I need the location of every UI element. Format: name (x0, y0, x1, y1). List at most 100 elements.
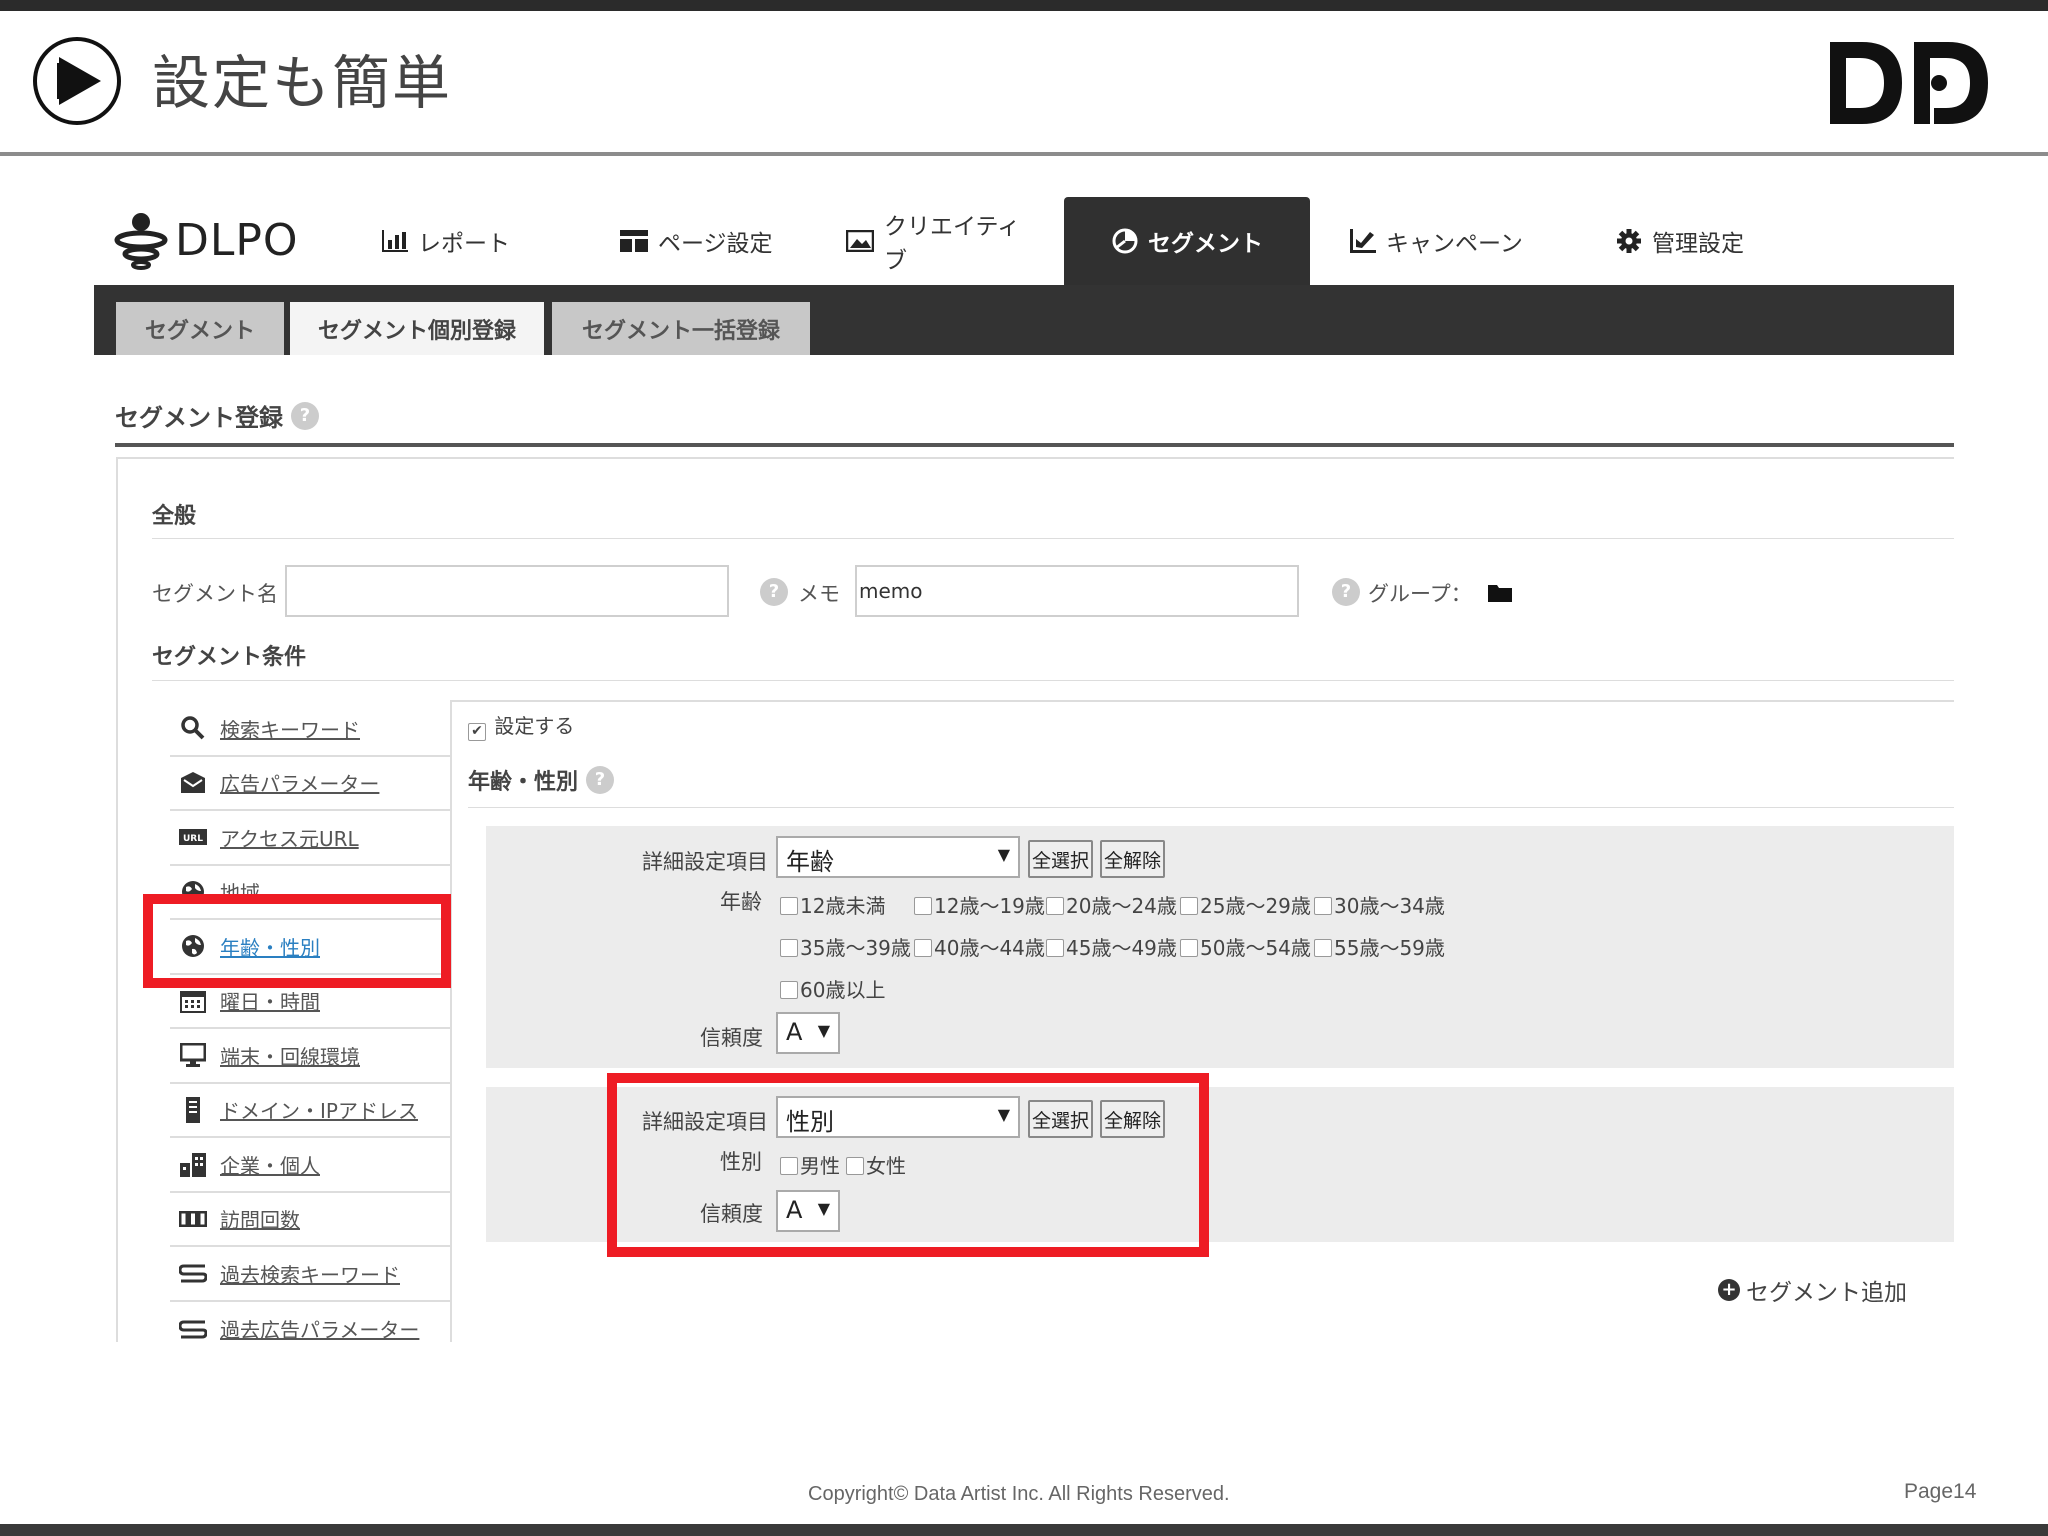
memo-help-icon[interactable]: ? (760, 578, 788, 606)
sidebar-item-access-url[interactable]: URL アクセス元URL (170, 811, 450, 866)
condition-title: 年齢・性別 ? (468, 764, 615, 796)
segment-name-input[interactable] (285, 565, 729, 617)
checkbox[interactable] (914, 939, 932, 957)
segment-name-label: セグメント名 (152, 582, 278, 606)
subtab-bulk-label: セグメント一括登録 (581, 318, 780, 344)
copyright-text: Copyright© Data Artist Inc. All Rights R… (808, 1483, 1230, 1505)
checkbox[interactable] (914, 897, 932, 915)
memo-label: メモ (798, 582, 840, 606)
condition-title-text: 年齢・性別 (468, 770, 579, 795)
checkbox[interactable] (780, 981, 798, 999)
age-detail-select-value: 年齢 (786, 848, 834, 876)
age-label: 年齢 (720, 890, 762, 914)
age-option-label: 40歳～44歳 (934, 936, 1045, 960)
age-option-label: 45歳～49歳 (1066, 936, 1177, 960)
age-option-label: 50歳～54歳 (1200, 936, 1311, 960)
dp-logo (1826, 38, 1992, 128)
nav-segment[interactable]: セグメント (1064, 197, 1310, 285)
enable-condition-checkbox[interactable]: ✔ 設定する (468, 710, 574, 741)
subtab-segment[interactable]: セグメント (116, 302, 284, 355)
sidebar-item-ad-parameter[interactable]: 広告パラメーター (170, 757, 450, 811)
slide-bottom-bar (0, 1524, 2048, 1536)
age-option[interactable]: 25歳～29歳 (1180, 890, 1311, 919)
section-rule (115, 443, 1954, 447)
age-option[interactable]: 50歳～54歳 (1180, 932, 1311, 961)
age-select-all-button[interactable]: 全選択 (1028, 840, 1094, 878)
nav-page-settings[interactable]: ページ設定 (598, 197, 798, 285)
age-deselect-all-button[interactable]: 全解除 (1100, 840, 1166, 878)
age-confidence-label: 信頼度 (700, 1026, 763, 1050)
age-option[interactable]: 60歳以上 (780, 974, 885, 1003)
sidebar-item-company-individual[interactable]: 企業・個人 (170, 1138, 450, 1193)
age-option[interactable]: 35歳～39歳 (780, 932, 911, 961)
memo-input[interactable]: memo (855, 565, 1299, 617)
sidebar-item-label: ドメイン・IPアドレス (220, 1099, 418, 1124)
help-icon[interactable]: ? (586, 766, 615, 794)
age-option-label: 12歳～19歳 (934, 894, 1045, 918)
nav-campaign[interactable]: キャンペーン (1328, 197, 1558, 285)
play-arrow-icon (33, 37, 121, 125)
dropdown-arrow-icon: ▼ (817, 1021, 830, 1040)
dlpo-logo[interactable]: DLPO (113, 210, 299, 270)
age-option-label: 30歳～34歳 (1334, 894, 1445, 918)
age-option[interactable]: 12歳～19歳 (914, 890, 1045, 919)
age-option[interactable]: 30歳～34歳 (1314, 890, 1445, 919)
checkbox[interactable] (1180, 897, 1198, 915)
history-icon (178, 1263, 208, 1283)
history-icon (178, 1319, 208, 1339)
checkbox[interactable] (1046, 939, 1064, 957)
sidebar-item-label: 過去広告パラメーター (220, 1318, 420, 1343)
monitor-icon (178, 1043, 208, 1068)
sidebar-item-past-ad-parameter[interactable]: 過去広告パラメーター (170, 1302, 450, 1357)
slide-title: 設定も簡単 (152, 49, 453, 117)
age-option[interactable]: 20歳～24歳 (1046, 890, 1177, 919)
age-option[interactable]: 55歳～59歳 (1314, 932, 1445, 961)
sidebar-item-visit-count[interactable]: 訪問回数 (170, 1193, 450, 1247)
dlpo-mark-icon (114, 213, 168, 270)
subtab-bulk[interactable]: セグメント一括登録 (552, 302, 810, 355)
sidebar-item-domain-ip[interactable]: ドメイン・IPアドレス (170, 1084, 450, 1138)
checkbox[interactable] (1314, 939, 1332, 957)
nav-report[interactable]: レポート (360, 197, 560, 285)
url-icon: URL (178, 829, 208, 846)
add-segment-button[interactable]: + セグメント追加 (1718, 1273, 1907, 1307)
condition-type-list: 検索キーワード 広告パラメーター URL アクセス元URL 地域 年齢・性別 曜… (170, 702, 450, 1356)
age-option[interactable]: 45歳～49歳 (1046, 932, 1177, 961)
checkbox[interactable] (1180, 939, 1198, 957)
age-option[interactable]: 40歳～44歳 (914, 932, 1045, 961)
highlight-box-age-gender-menu (143, 894, 451, 988)
age-detail-select[interactable]: 年齢 ▼ (776, 836, 1020, 878)
subtab-individual[interactable]: セグメント個別登録 (290, 302, 544, 355)
sidebar-item-label: 企業・個人 (220, 1153, 320, 1178)
nav-creative[interactable]: クリエイティブ (824, 197, 1054, 285)
sidebar-item-past-search-keyword[interactable]: 過去検索キーワード (170, 1247, 450, 1302)
age-option-label: 55歳～59歳 (1334, 936, 1445, 960)
image-icon (846, 230, 874, 252)
nav-creative-label: クリエイティブ (884, 214, 1021, 274)
dropdown-arrow-icon: ▼ (997, 845, 1010, 864)
nav-admin[interactable]: 管理設定 (1594, 197, 1794, 285)
help-icon[interactable]: ? (291, 401, 319, 430)
checkbox[interactable] (780, 897, 798, 915)
nav-segment-label: セグメント (1148, 231, 1263, 257)
checkbox-checked[interactable]: ✔ (468, 723, 486, 741)
section-title: セグメント登録 ? (115, 398, 319, 433)
add-segment-label: セグメント追加 (1746, 1280, 1907, 1306)
server-icon (178, 1096, 208, 1123)
age-confidence-select[interactable]: A ▼ (776, 1012, 840, 1054)
sidebar-item-search-keyword[interactable]: 検索キーワード (170, 702, 450, 757)
age-option-label: 12歳未満 (800, 894, 886, 918)
checkbox[interactable] (1314, 897, 1332, 915)
age-option[interactable]: 12歳未満 (780, 890, 885, 919)
sidebar-item-label: 検索キーワード (220, 717, 360, 742)
age-option-label: 60歳以上 (800, 978, 886, 1002)
folder-icon[interactable] (1488, 582, 1512, 606)
sidebar-item-label: 曜日・時間 (220, 990, 320, 1015)
checkbox[interactable] (1046, 897, 1064, 915)
mail-icon (178, 771, 208, 794)
checkbox[interactable] (780, 939, 798, 957)
sidebar-item-device-network[interactable]: 端末・回線環境 (170, 1029, 450, 1084)
general-heading: 全般 (152, 504, 197, 529)
group-help-icon[interactable]: ? (1332, 578, 1360, 606)
age-option-label: 25歳～29歳 (1200, 894, 1311, 918)
